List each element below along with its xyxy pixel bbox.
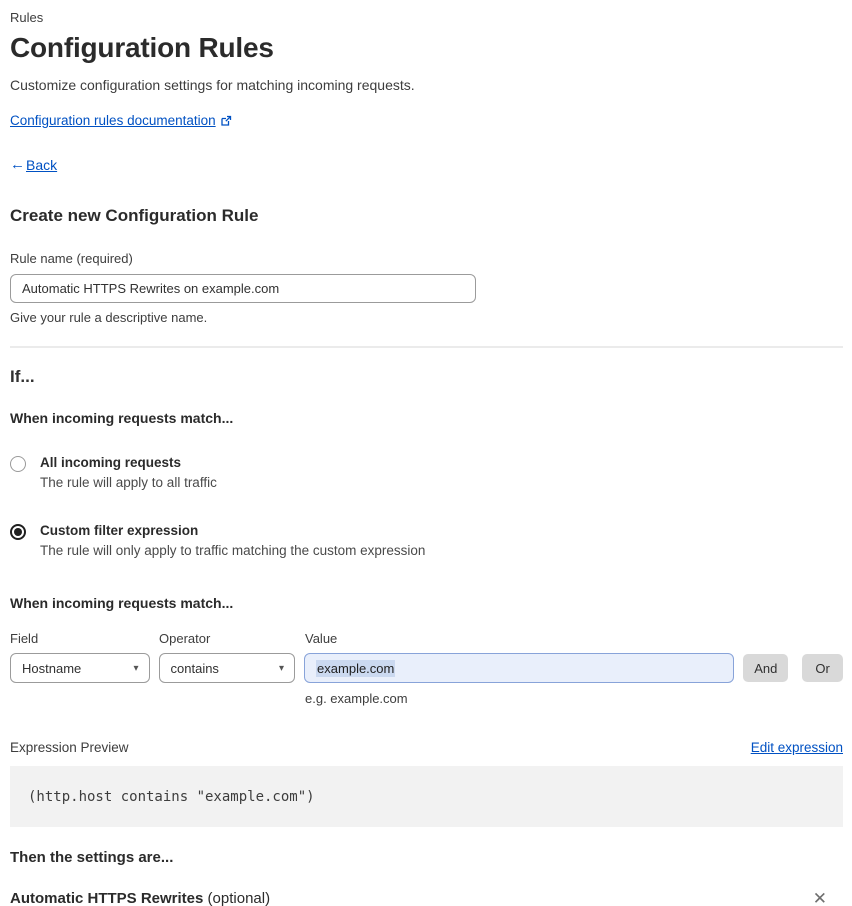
radio-description: The rule will apply to all traffic [40,475,217,490]
create-rule-heading: Create new Configuration Rule [10,206,259,225]
page-title: Configuration Rules [10,32,274,63]
radio-option-all-requests[interactable]: All incoming requests The rule will appl… [10,455,843,490]
when-match-heading: When incoming requests match... [10,410,234,426]
field-label: Field [10,631,39,646]
expression-preview-box: (http.host contains "example.com") [10,766,843,827]
setting-name: Automatic HTTPS Rewrites [10,890,204,906]
radio-unselected-icon[interactable] [10,456,26,472]
radio-option-custom-filter[interactable]: Custom filter expression The rule will o… [10,523,843,558]
and-button[interactable]: And [743,654,789,682]
breadcrumb: Rules [10,10,44,25]
external-link-icon [220,115,232,127]
setting-optional-label: (optional) [203,890,271,906]
value-help: e.g. example.com [305,691,408,706]
radio-selected-icon[interactable] [10,524,26,540]
if-heading: If... [10,367,35,386]
operator-select[interactable]: contains ▾ [158,653,296,683]
setting-title: Automatic HTTPS Rewrites (optional) [10,890,270,906]
operator-select-value: contains [170,660,219,676]
operator-label: Operator [159,631,211,646]
chevron-down-icon: ▾ [133,662,139,674]
value-input[interactable]: example.com [304,653,735,683]
field-select-value: Hostname [22,660,82,676]
chevron-down-icon: ▾ [279,662,285,674]
close-icon[interactable]: ✕ [809,888,831,906]
field-select[interactable]: Hostname ▾ [10,653,150,683]
then-settings-heading: Then the settings are... [10,849,174,866]
back-link[interactable]: Back [26,157,57,173]
radio-label: All incoming requests [40,455,182,470]
section-divider [10,346,843,348]
rule-name-help: Give your rule a descriptive name. [10,310,208,325]
page-subtitle: Customize configuration settings for mat… [10,77,415,93]
value-label: Value [305,631,338,646]
value-input-text: example.com [316,659,396,677]
expression-code: (http.host contains "example.com") [28,788,315,805]
rule-name-input[interactable] [10,274,476,303]
edit-expression-link[interactable]: Edit expression [751,740,843,755]
configuration-rules-page: Rules Configuration Rules Customize conf… [0,0,852,906]
or-button[interactable]: Or [802,654,843,682]
back-arrow-icon: ← [10,156,25,173]
expression-preview-label: Expression Preview [10,740,129,755]
radio-description: The rule will only apply to traffic matc… [40,543,426,558]
builder-heading: When incoming requests match... [10,595,234,611]
rule-name-label: Rule name (required) [10,251,133,266]
documentation-link[interactable]: Configuration rules documentation [10,113,216,128]
radio-label: Custom filter expression [40,523,199,538]
